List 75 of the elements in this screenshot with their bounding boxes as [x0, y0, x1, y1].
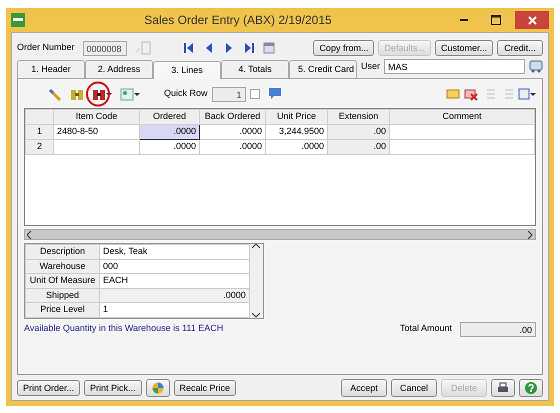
table-cell: .00	[328, 140, 390, 154]
user-field[interactable]: MAS	[384, 59, 525, 74]
total-amount-field[interactable]: .00	[460, 322, 536, 336]
toolbar-button[interactable]: Customer...	[434, 40, 493, 56]
field-label: User	[361, 60, 380, 73]
printer-icon	[497, 382, 509, 394]
field-value: .0000	[100, 288, 250, 302]
column-header: Back Ordered	[200, 110, 266, 124]
delete-row-icon[interactable]	[464, 87, 478, 101]
help-icon	[525, 382, 537, 394]
palette-icon	[152, 382, 164, 394]
column-header: Unit Price	[266, 110, 328, 124]
table-cell: .00	[328, 124, 390, 140]
field-value: 000	[100, 259, 250, 274]
table-cell: .0000	[140, 124, 200, 140]
quick-row-field[interactable]: 1	[212, 86, 246, 102]
row-number: 2	[26, 140, 54, 154]
first-record-icon[interactable]	[182, 42, 195, 54]
binoculars-icon[interactable]	[70, 87, 84, 101]
speech-bubble-icon[interactable]	[268, 87, 282, 101]
binoculars-icon[interactable]	[92, 87, 106, 101]
field-value: 1	[100, 302, 250, 317]
tab[interactable]: 5. Credit Card	[289, 60, 357, 78]
field-label: Order Number	[17, 41, 75, 54]
column-header: Ordered	[140, 110, 200, 124]
column-header: Item Code	[54, 110, 140, 124]
field-value: EACH	[100, 274, 250, 288]
field-label: Shipped	[26, 288, 100, 302]
column-header: Extension	[328, 110, 390, 124]
calendar-icon[interactable]	[262, 42, 275, 54]
wand-icon[interactable]	[48, 87, 62, 101]
availability-message: Available Quantity in this Warehouse is 111 EACH	[24, 322, 224, 336]
column-header: Comment	[390, 110, 534, 124]
row-number: 1	[26, 124, 54, 140]
field-label: Warehouse	[26, 259, 100, 274]
order-number-field[interactable]: 0000008	[82, 40, 127, 56]
tab[interactable]: 1. Header	[17, 60, 85, 78]
close-button[interactable]	[515, 11, 549, 29]
add-row-icon[interactable]	[446, 87, 460, 101]
tab[interactable]: 4. Totals	[221, 60, 289, 78]
toolbar-button[interactable]: Recalc Price	[174, 380, 236, 396]
toolbar-button[interactable]: Print Pick...	[84, 380, 142, 396]
table-cell: .0000	[200, 124, 266, 140]
toolbar-button[interactable]: Cancel	[391, 379, 437, 397]
close-icon	[528, 16, 536, 24]
maximize-icon	[491, 15, 501, 25]
scroll-left-icon[interactable]	[27, 230, 32, 238]
last-record-icon[interactable]	[242, 42, 255, 54]
bus-icon[interactable]	[529, 60, 543, 73]
scroll-right-icon[interactable]	[528, 230, 533, 238]
field-value: Desk, Teak	[100, 244, 250, 259]
corner-cell	[26, 110, 54, 124]
window-title: Sales Order Entry (ABX) 2/19/2015	[143, 12, 333, 29]
scroll-down-icon[interactable]	[252, 312, 260, 318]
list-settings-icon[interactable]	[518, 87, 536, 101]
toolbar-button[interactable]: Copy from...	[313, 40, 374, 56]
table-cell: 2480-8-50	[54, 124, 140, 140]
field-label: Unit Of Measure	[26, 274, 100, 288]
help-button[interactable]	[519, 379, 543, 397]
field-label: Description	[26, 244, 100, 259]
toolbar-button[interactable]: Print Order...	[17, 380, 80, 396]
print-button[interactable]	[491, 379, 515, 397]
tab[interactable]: 3. Lines	[153, 60, 221, 79]
field-label: Total Amount	[400, 322, 452, 336]
field-label: Quick Row	[164, 87, 208, 100]
checkbox-icon[interactable]	[250, 89, 260, 99]
app-logo-icon	[11, 13, 25, 27]
minimize-icon	[460, 19, 468, 21]
toolbar-button[interactable]: Credit...	[497, 40, 543, 56]
palette-button[interactable]	[146, 379, 170, 397]
field-label: Price Level	[26, 302, 100, 317]
table-cell: 3,244.9500	[266, 124, 328, 140]
scroll-up-icon[interactable]	[252, 244, 260, 249]
toolbar-button[interactable]: Accept	[341, 379, 387, 397]
tab[interactable]: 2. Address	[85, 60, 153, 78]
